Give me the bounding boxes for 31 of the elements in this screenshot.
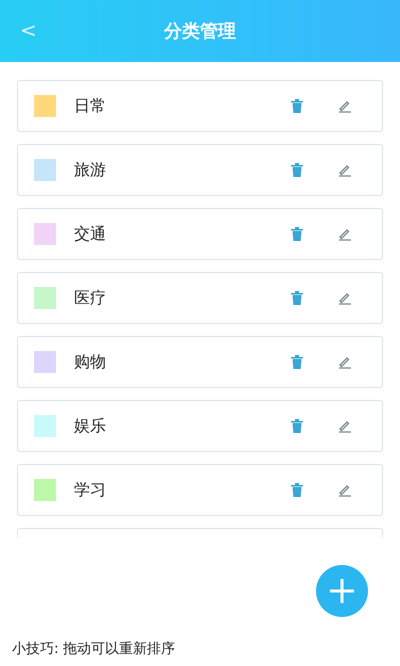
category-card[interactable]: 购物 [17,336,383,388]
category-card[interactable]: 交通 [17,208,383,260]
delete-icon[interactable] [290,98,304,114]
delete-icon[interactable] [290,290,304,306]
delete-icon[interactable] [290,354,304,370]
category-card[interactable]: 娱乐 [17,400,383,452]
category-name: 医疗 [74,288,107,308]
category-card[interactable]: 旅游 [17,144,383,196]
category-card[interactable]: 日常 [17,80,383,132]
edit-icon[interactable] [338,163,352,177]
page-title: 分类管理 [164,20,236,43]
category-card[interactable]: 学习 [17,464,383,516]
edit-icon[interactable] [338,419,352,433]
edit-icon[interactable] [338,227,352,241]
category-name: 娱乐 [74,416,107,436]
tip-text: 小技巧: 拖动可以重新排序 [11,640,176,658]
category-card[interactable]: 医疗 [17,272,383,324]
delete-icon[interactable] [290,482,304,498]
delete-icon[interactable] [290,418,304,434]
category-name: 日常 [74,96,107,116]
category-name: 旅游 [74,160,107,180]
delete-icon[interactable] [290,226,304,242]
edit-icon[interactable] [338,483,352,497]
add-button[interactable] [316,565,368,617]
category-name: 学习 [74,480,107,500]
edit-icon[interactable] [338,99,352,113]
category-name: 交通 [74,224,107,244]
category-name: 购物 [74,352,107,372]
edit-icon[interactable] [338,355,352,369]
edit-icon[interactable] [338,291,352,305]
delete-icon[interactable] [290,162,304,178]
